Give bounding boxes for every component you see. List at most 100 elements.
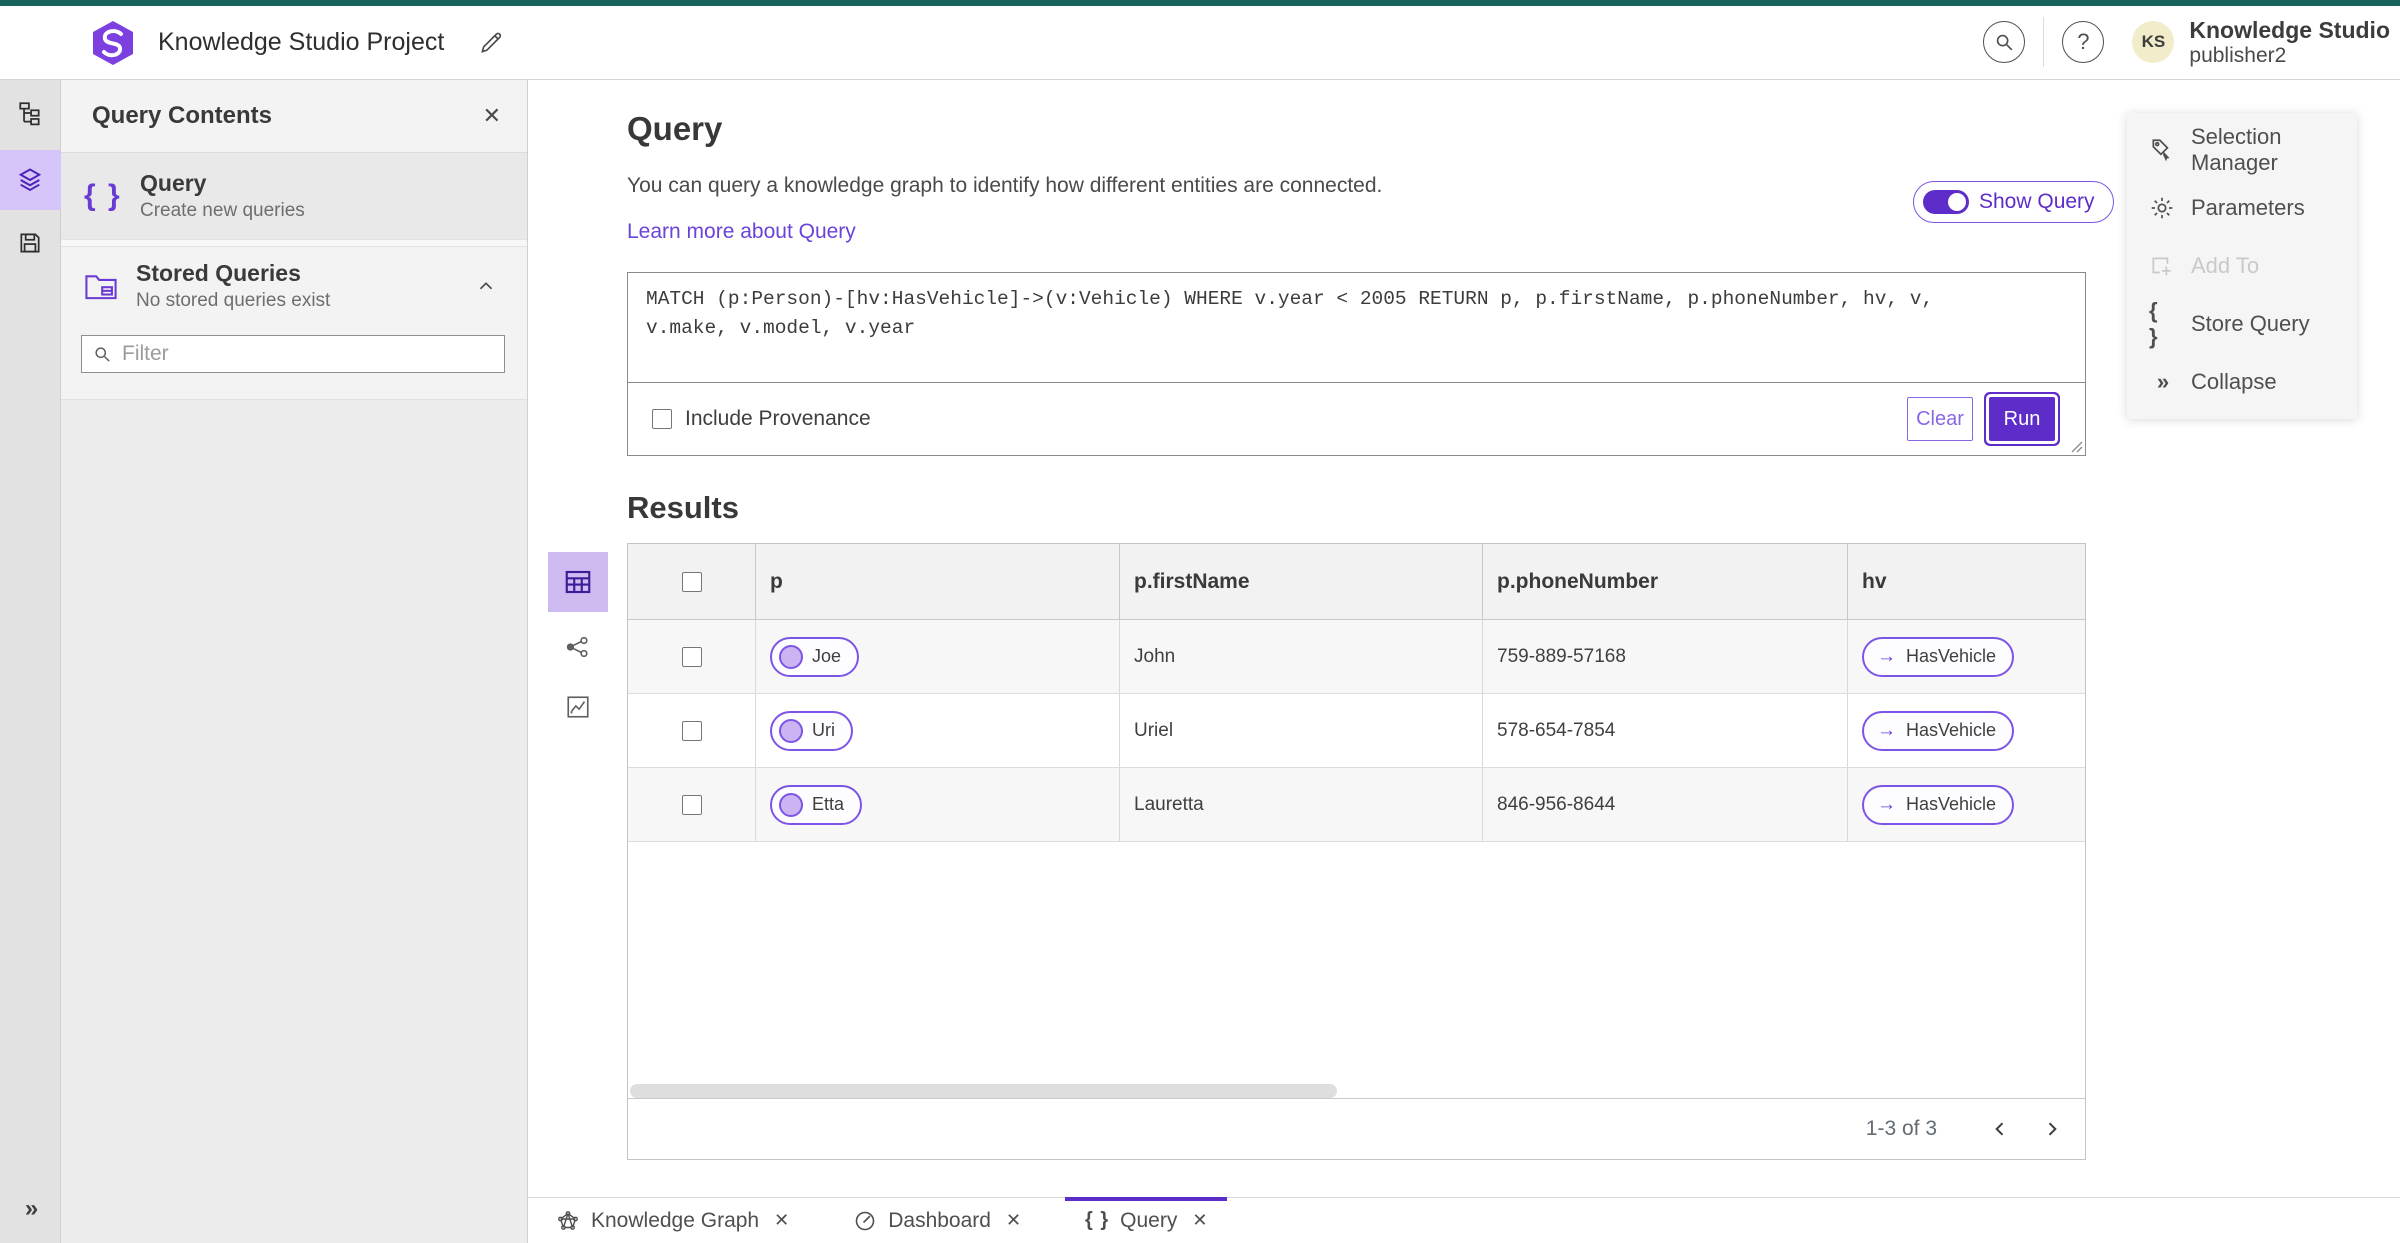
results-title: Results [627, 490, 739, 525]
show-query-label: Show Query [1979, 190, 2095, 213]
toggle-on-icon [1923, 190, 1969, 214]
entity-pill[interactable]: Etta [770, 784, 863, 825]
braces-icon: { } [2149, 298, 2159, 349]
column-header-firstname[interactable]: p.firstName [1120, 544, 1483, 619]
parameters-button[interactable]: Parameters [2127, 179, 2357, 237]
add-to-button: Add To [2127, 237, 2357, 295]
close-tab-icon[interactable]: ✕ [774, 1210, 789, 1231]
cell-firstname: Uriel [1134, 719, 1174, 741]
main-content: Query You can query a knowledge graph to… [528, 80, 2400, 1197]
help-icon: ? [2077, 29, 2090, 55]
app-logo-icon [90, 20, 136, 66]
relationship-pill[interactable]: → HasVehicle [1862, 636, 2015, 677]
braces-icon: { } [84, 179, 122, 212]
rail-item-save[interactable] [0, 218, 61, 268]
entity-label: Uri [812, 720, 835, 740]
horizontal-scrollbar[interactable] [630, 1084, 1337, 1098]
close-panel-button[interactable]: ✕ [483, 103, 501, 129]
table-header-row: p p.firstName p.phoneNumber hv [628, 544, 2085, 620]
query-action-row: Include Provenance Clear Run [628, 383, 2085, 455]
tab-dashboard[interactable]: Dashboard ✕ [833, 1198, 1041, 1243]
query-editor-box: MATCH (p:Person)-[hv:HasVehicle]->(v:Veh… [627, 272, 2086, 456]
entity-pill[interactable]: Joe [770, 636, 860, 677]
table-view-button[interactable] [548, 552, 608, 612]
edit-title-button[interactable] [474, 26, 508, 60]
cell-firstname: John [1134, 645, 1176, 667]
include-provenance-label: Include Provenance [685, 407, 871, 430]
avatar[interactable]: KS [2132, 21, 2175, 64]
include-provenance-checkbox[interactable] [652, 409, 672, 429]
table-row: Joe John 759-889-57168 → HasVehicle [628, 620, 2085, 694]
header-right-group: ? KS Knowledge Studio publisher2 [1983, 17, 2390, 68]
store-query-label: Store Query [2191, 311, 2310, 336]
arrow-right-icon: → [1877, 719, 1896, 741]
next-page-button[interactable] [2033, 1110, 2071, 1148]
chevrons-right-icon: » [2156, 369, 2169, 394]
panel-empty-area [61, 399, 527, 1243]
clear-button[interactable]: Clear [1907, 397, 1973, 441]
cell-phonenumber: 578-654-7854 [1497, 719, 1616, 741]
entity-pill[interactable]: Uri [770, 710, 853, 751]
tab-label: Knowledge Graph [591, 1208, 760, 1232]
close-tab-icon[interactable]: ✕ [1192, 1210, 1207, 1231]
query-code-input[interactable]: MATCH (p:Person)-[hv:HasVehicle]->(v:Veh… [628, 273, 2085, 383]
knowledge-studio-app: Knowledge Studio Project ? KS Knowledge … [0, 0, 2400, 1243]
results-table: p p.firstName p.phoneNumber hv Joe John … [627, 543, 2086, 1160]
relationship-label: HasVehicle [1906, 646, 1997, 666]
expand-panel-button[interactable]: » [0, 1195, 61, 1223]
selection-manager-label: Selection Manager [2191, 124, 2282, 175]
gear-icon [2149, 195, 2175, 221]
help-button[interactable]: ? [2062, 21, 2105, 64]
chevron-right-icon [2042, 1119, 2062, 1139]
search-button[interactable] [1983, 21, 2026, 64]
query-item-subtitle: Create new queries [140, 200, 305, 221]
filter-input[interactable] [122, 342, 494, 366]
panel-spacer [61, 239, 527, 247]
column-header-hv[interactable]: hv [1848, 544, 2085, 619]
tab-knowledge-graph[interactable]: Knowledge Graph ✕ [536, 1198, 809, 1243]
arrow-right-icon: → [1877, 645, 1896, 667]
row-checkbox[interactable] [681, 720, 702, 741]
store-query-button[interactable]: { } Store Query [2127, 295, 2357, 353]
show-query-toggle[interactable]: Show Query [1913, 181, 2114, 223]
tab-query[interactable]: { } Query ✕ [1065, 1197, 1228, 1243]
save-icon [17, 230, 43, 256]
rail-item-layers[interactable] [0, 150, 61, 210]
collapse-button[interactable]: » Collapse [2127, 353, 2357, 411]
resize-handle-icon[interactable] [2071, 441, 2083, 453]
relationship-pill[interactable]: → HasVehicle [1862, 784, 2015, 825]
user-block: Knowledge Studio publisher2 [2189, 17, 2390, 68]
panel-item-stored-queries[interactable]: Stored Queries No stored queries exist [61, 247, 527, 325]
learn-more-link[interactable]: Learn more about Query [627, 220, 856, 244]
selection-manager-button[interactable]: Selection Manager [2127, 121, 2357, 179]
stored-item-subtitle: No stored queries exist [136, 290, 331, 311]
select-all-checkbox[interactable] [681, 571, 702, 592]
layers-icon [16, 166, 44, 194]
braces-icon: { } [1085, 1209, 1110, 1231]
column-header-phonenumber[interactable]: p.phoneNumber [1483, 544, 1848, 619]
project-title: Knowledge Studio Project [158, 28, 445, 56]
pencil-icon [478, 30, 504, 56]
chart-view-button[interactable] [548, 682, 608, 732]
entity-label: Etta [812, 794, 845, 814]
page-title: Query [627, 110, 723, 147]
tag-cursor-icon [2149, 137, 2175, 163]
entity-node-icon [779, 718, 803, 743]
row-checkbox[interactable] [681, 794, 702, 815]
rail-item-schema[interactable] [0, 88, 61, 138]
parameters-label: Parameters [2191, 195, 2305, 220]
panel-item-query[interactable]: { } Query Create new queries [61, 153, 527, 239]
entity-node-icon [779, 644, 803, 669]
previous-page-button[interactable] [1981, 1110, 2019, 1148]
chevron-up-icon[interactable] [475, 275, 497, 297]
chevron-left-icon [1990, 1119, 2010, 1139]
row-checkbox[interactable] [681, 646, 702, 667]
run-button[interactable]: Run [1989, 397, 2055, 441]
add-to-icon [2149, 253, 2175, 279]
graph-view-button[interactable] [548, 622, 608, 672]
bottom-tab-bar: Knowledge Graph ✕ Dashboard ✕ { } Query … [528, 1197, 2400, 1243]
column-header-p[interactable]: p [756, 544, 1120, 619]
pagination-range: 1-3 of 3 [1865, 1117, 1937, 1140]
relationship-pill[interactable]: → HasVehicle [1862, 710, 2015, 751]
close-tab-icon[interactable]: ✕ [1006, 1210, 1021, 1231]
